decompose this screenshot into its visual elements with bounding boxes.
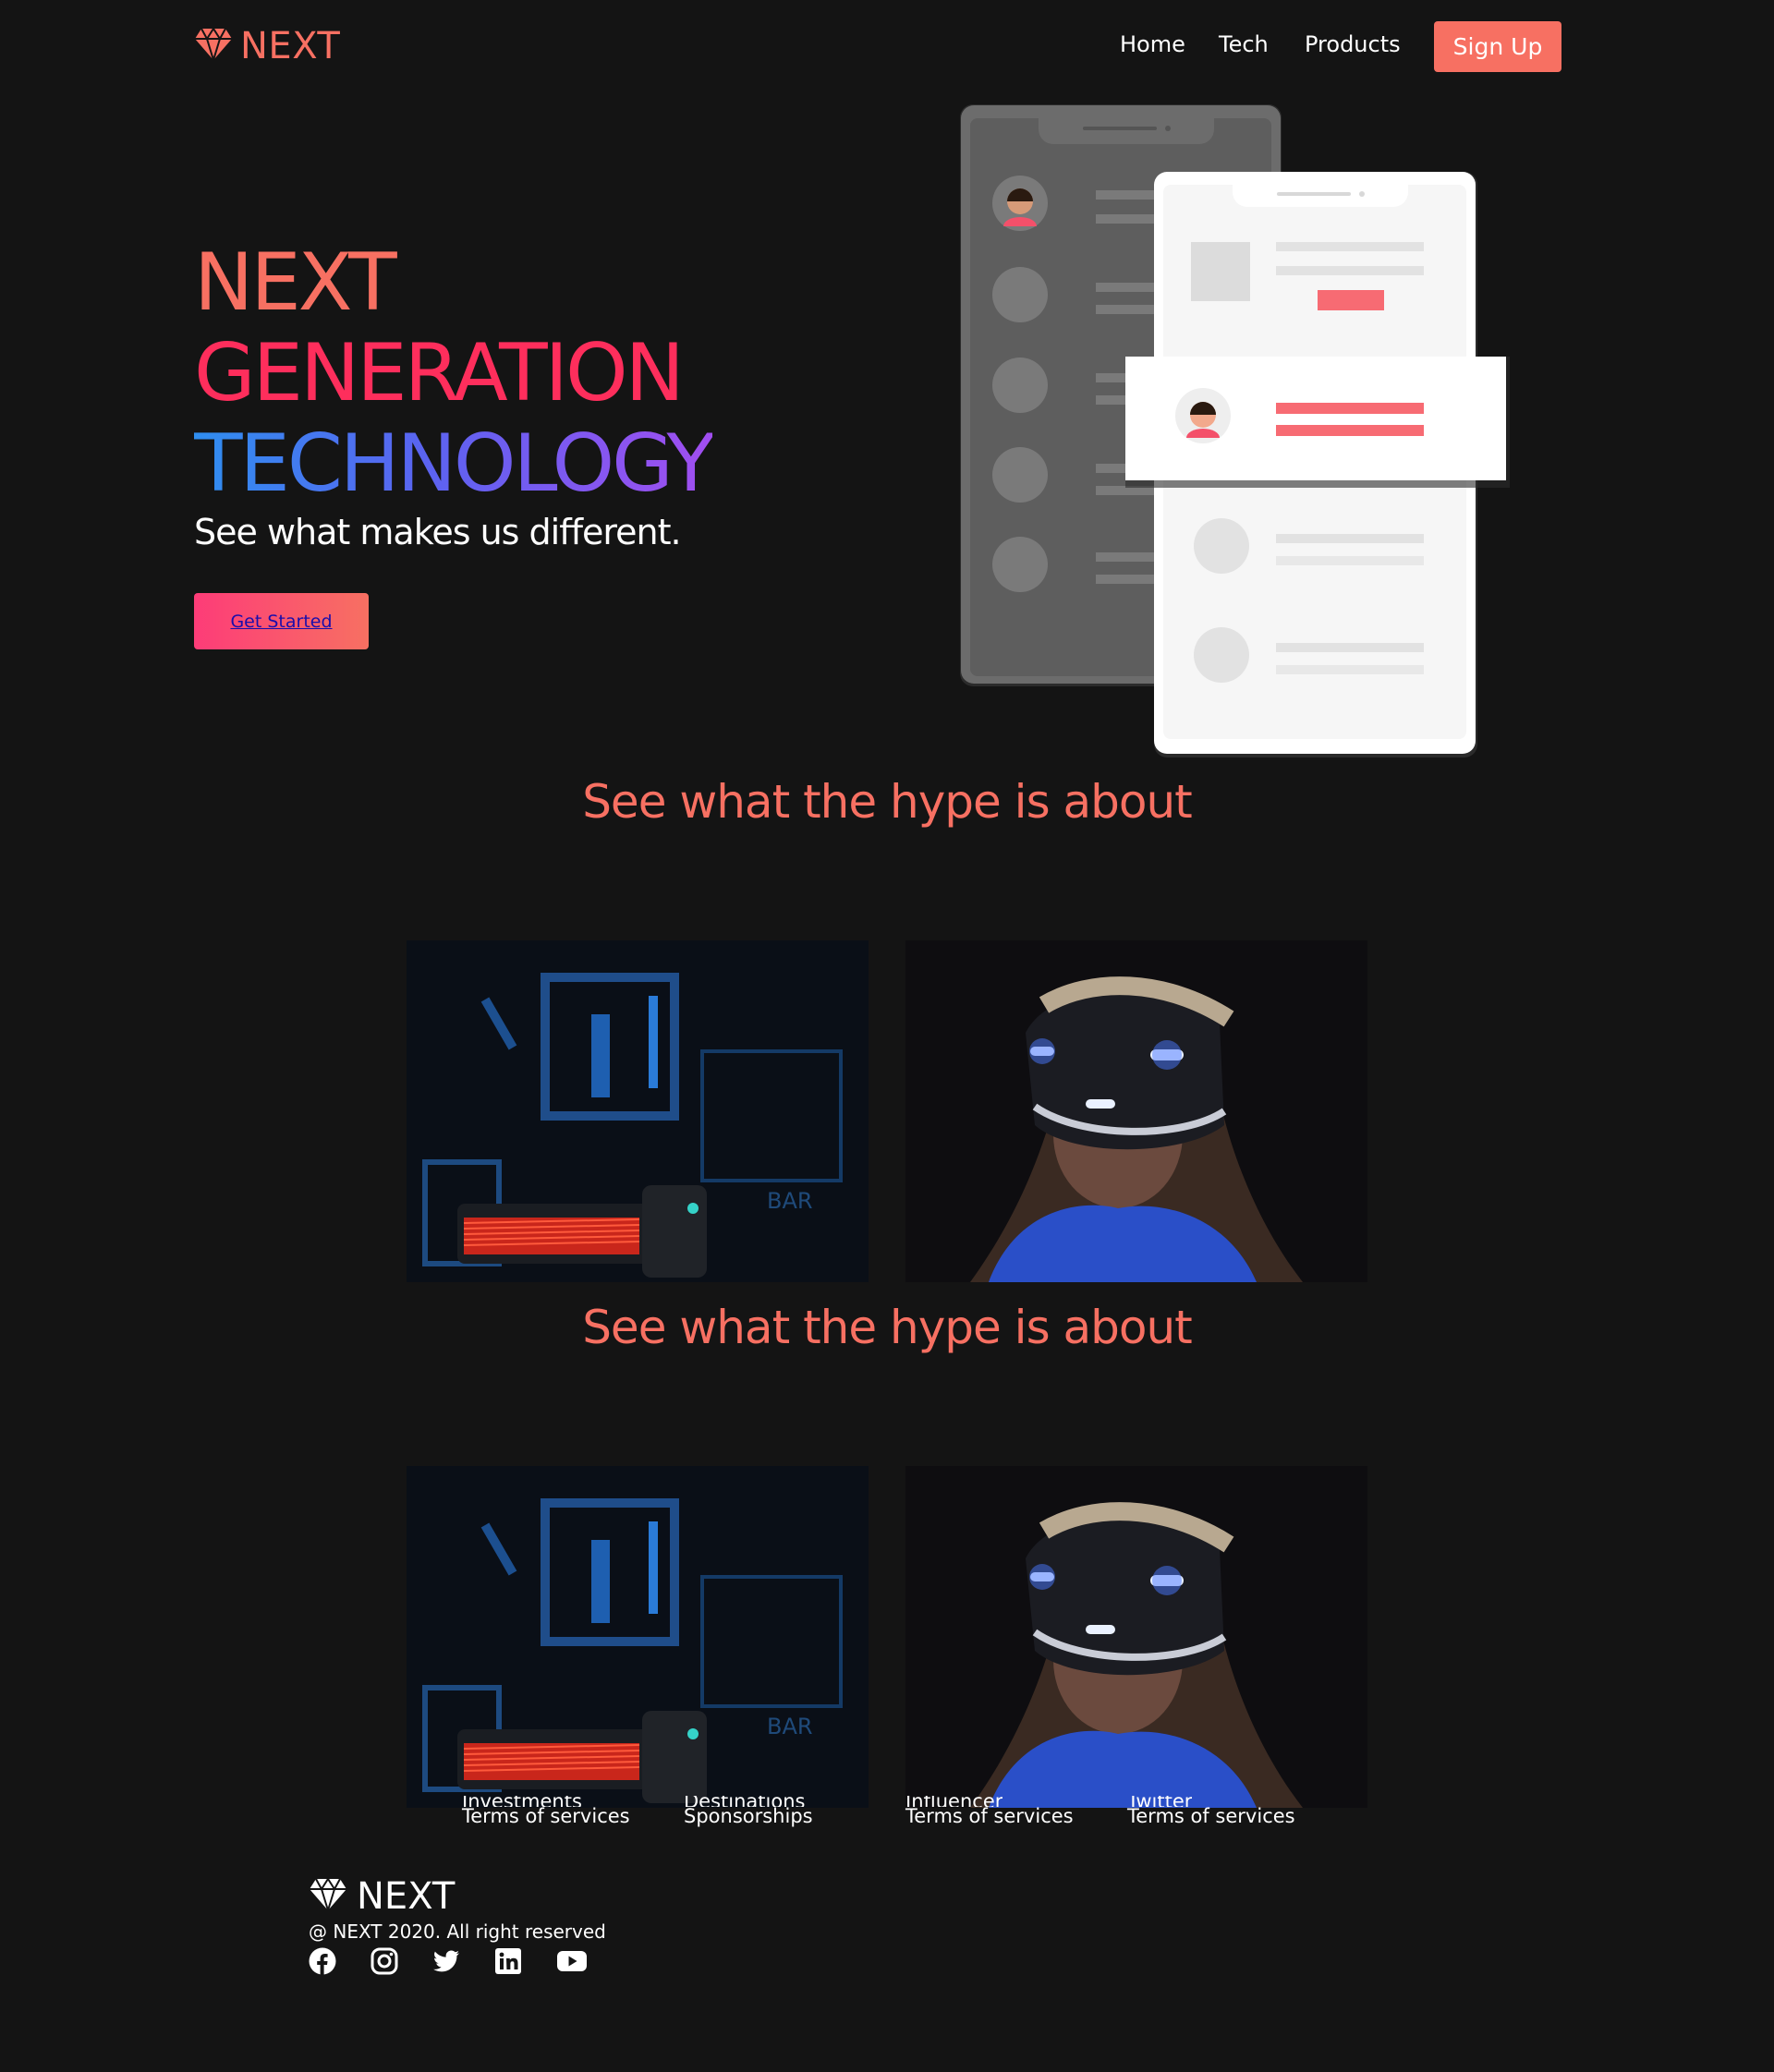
footer-link-terms[interactable]: Terms of services <box>905 1805 1074 1827</box>
footer-link-sponsorships[interactable]: Sponsorships <box>684 1805 813 1827</box>
hero-title-line-1: NEXT <box>194 236 397 329</box>
nav-link-home[interactable]: Home <box>1120 31 1185 57</box>
brand-logo[interactable]: NEXT <box>194 26 340 67</box>
youtube-icon[interactable] <box>556 1947 587 1975</box>
svg-text:BAR: BAR <box>767 1188 813 1214</box>
sign-up-button[interactable]: Sign Up <box>1434 21 1561 72</box>
photo-camera-neon: BAR <box>407 1466 869 1808</box>
brand-name: NEXT <box>240 25 341 67</box>
get-started-button[interactable]: Get Started <box>194 593 369 649</box>
footer-link-terms[interactable]: Terms of services <box>462 1805 630 1827</box>
copyright-text: @ NEXT 2020. All right reserved <box>309 1921 606 1943</box>
section-title-2: See what the hype is about <box>582 1301 1193 1354</box>
nav-link-tech[interactable]: Tech <box>1219 31 1269 57</box>
hero-subtitle: See what makes us different. <box>194 512 682 552</box>
photo-camera-neon: BAR <box>407 940 869 1282</box>
instagram-icon[interactable] <box>371 1947 398 1975</box>
facebook-icon[interactable] <box>309 1947 336 1975</box>
photo-vr-headset <box>905 1466 1367 1808</box>
social-links <box>309 1947 587 1975</box>
photo-vr-headset <box>905 940 1367 1282</box>
hero-title-line-3: TECHNOLOGY <box>194 418 715 510</box>
footer-link-terms[interactable]: Terms of services <box>1127 1805 1295 1827</box>
footer-brand-logo[interactable]: NEXT <box>309 1875 455 1918</box>
twitter-icon[interactable] <box>432 1947 460 1975</box>
get-started-link[interactable]: Get Started <box>230 612 332 632</box>
diamond-icon <box>194 27 233 66</box>
footer-brand-name: NEXT <box>357 1875 456 1918</box>
diamond-icon <box>309 1877 347 1916</box>
nav-link-products[interactable]: Products <box>1305 31 1401 57</box>
section-title-1: See what the hype is about <box>582 775 1193 829</box>
svg-text:BAR: BAR <box>767 1714 813 1739</box>
phones-illustration <box>957 102 1521 767</box>
hero-title-line-2: GENERATION <box>194 327 685 419</box>
linkedin-icon[interactable] <box>494 1947 522 1975</box>
